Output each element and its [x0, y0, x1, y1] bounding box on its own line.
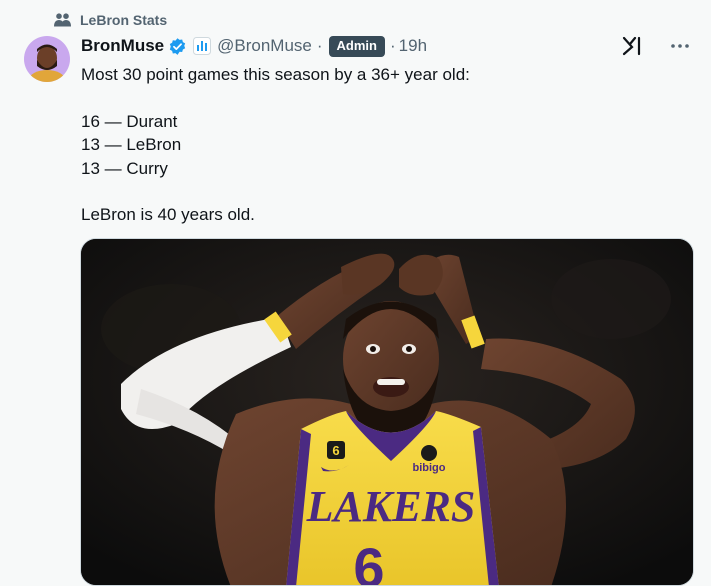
- more-options-icon[interactable]: [669, 35, 691, 57]
- avatar-image: [24, 36, 70, 82]
- tweet-media-photo[interactable]: LAKERS 6 6 bibigo: [80, 238, 694, 586]
- avatar[interactable]: [24, 36, 70, 82]
- tweet-line: 13 — Curry: [81, 158, 168, 178]
- tweet-header: BronMuse @BronMuse · Admin · 19h: [81, 34, 691, 58]
- tweet-line: 16 — Durant: [81, 111, 178, 131]
- author-name[interactable]: BronMuse: [81, 36, 164, 56]
- separator-dot: ·: [390, 36, 396, 55]
- context-label: LeBron Stats: [80, 12, 168, 28]
- timestamp[interactable]: 19h: [399, 36, 427, 56]
- sponsor-text: bibigo: [413, 462, 446, 474]
- tweet-line: LeBron is 40 years old.: [81, 205, 255, 225]
- affiliate-badge-icon[interactable]: [193, 37, 212, 55]
- tweet-line: [81, 86, 691, 109]
- admin-badge[interactable]: Admin: [328, 35, 385, 57]
- lebron-photo: LAKERS 6 6 bibigo: [81, 239, 693, 586]
- jersey-number: 6: [353, 536, 384, 586]
- separator-dot: ·: [316, 36, 323, 55]
- tweet-line: [81, 180, 691, 203]
- tweet-text: Most 30 point games this season by a 36+…: [81, 63, 691, 227]
- author-handle[interactable]: @BronMuse: [217, 36, 312, 56]
- tweet-line: 13 — LeBron: [81, 135, 182, 155]
- grok-icon[interactable]: [621, 35, 643, 57]
- social-context[interactable]: LeBron Stats: [54, 11, 167, 29]
- people-icon: [54, 13, 71, 27]
- verified-icon: [169, 37, 186, 55]
- jersey-lakers-text: LAKERS: [306, 482, 476, 531]
- tweet-line: Most 30 point games this season by a 36+…: [81, 65, 470, 84]
- chest-number: 6: [332, 443, 339, 458]
